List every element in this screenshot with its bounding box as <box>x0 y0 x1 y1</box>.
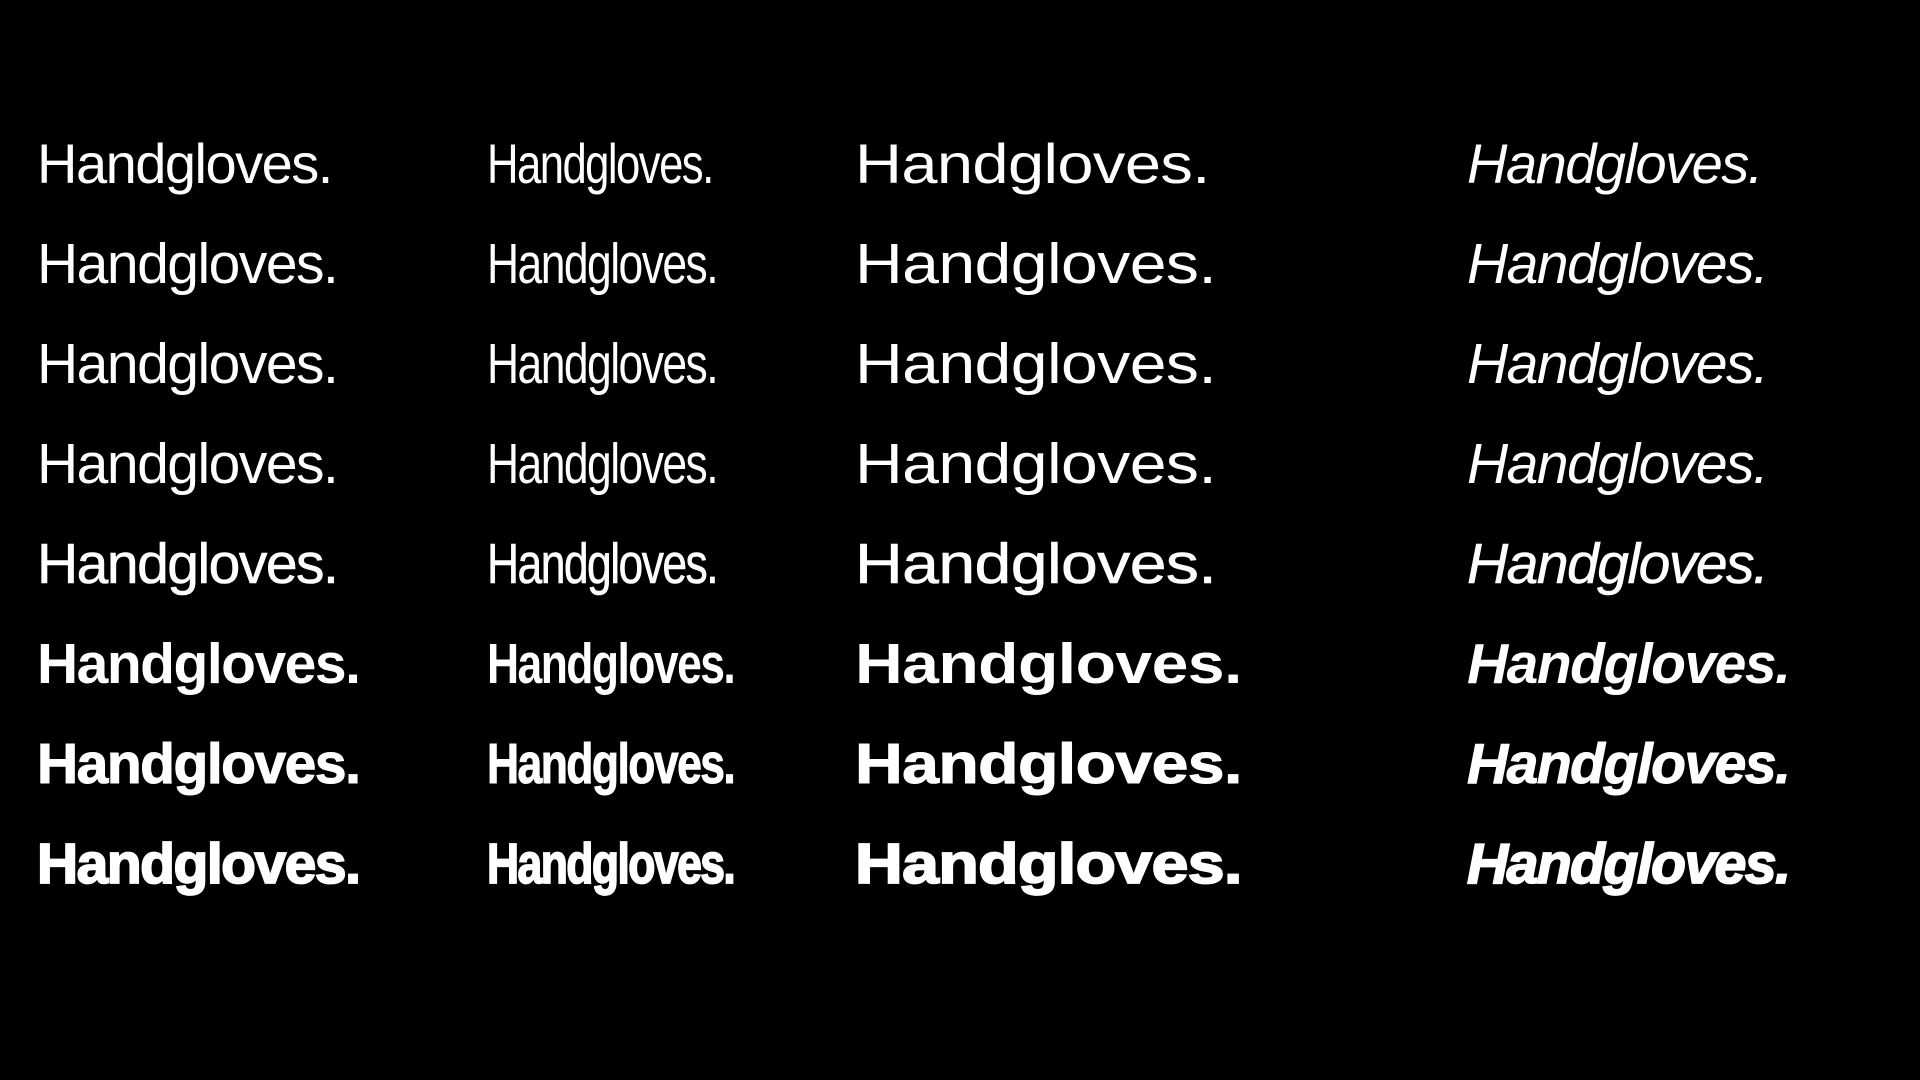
sample-condensed-weight-6: Handgloves. <box>487 632 736 696</box>
sample-extended-weight-2: Handgloves. <box>855 232 1217 296</box>
column-regular: Handgloves. Handgloves. Handgloves. Hand… <box>36 128 362 928</box>
column-extended: Handgloves. Handgloves. Handgloves. Hand… <box>854 128 1243 928</box>
sample-regular-weight-7: Handgloves. <box>36 732 361 797</box>
sample-extended-weight-3: Handgloves. <box>855 332 1217 396</box>
sample-regular-weight-5: Handgloves. <box>37 532 339 597</box>
sample-regular-weight-2: Handgloves. <box>37 232 339 296</box>
sample-condensed-weight-8: Handgloves. <box>486 831 736 897</box>
sample-extended-weight-6: Handgloves. <box>855 632 1242 696</box>
sample-extended-weight-8: Handgloves. <box>854 831 1243 897</box>
sample-regular-weight-8: Handgloves. <box>36 831 362 897</box>
sample-condensed-weight-1: Handgloves. <box>487 132 714 195</box>
sample-extended-weight-7: Handgloves. <box>854 732 1243 797</box>
sample-extended-weight-4: Handgloves. <box>855 432 1217 496</box>
sample-italic-weight-7: Handgloves. <box>1466 732 1791 797</box>
sample-italic-weight-6: Handgloves. <box>1467 632 1791 696</box>
sample-regular-weight-4: Handgloves. <box>37 432 339 496</box>
sample-extended-weight-5: Handgloves. <box>855 532 1217 597</box>
sample-italic-weight-4: Handgloves. <box>1467 432 1769 496</box>
sample-italic-weight-2: Handgloves. <box>1467 232 1769 296</box>
sample-extended-weight-1: Handgloves. <box>855 132 1210 195</box>
sample-condensed-weight-2: Handgloves. <box>487 232 719 296</box>
sample-condensed-weight-3: Handgloves. <box>487 332 719 396</box>
sample-regular-weight-1: Handgloves. <box>37 132 333 195</box>
type-specimen-grid: Handgloves. Handgloves. Handgloves. Hand… <box>0 0 1920 1080</box>
sample-regular-weight-3: Handgloves. <box>37 332 339 396</box>
sample-condensed-weight-4: Handgloves. <box>487 432 719 496</box>
sample-italic-weight-3: Handgloves. <box>1467 332 1769 396</box>
sample-italic-weight-5: Handgloves. <box>1467 532 1769 597</box>
sample-condensed-weight-7: Handgloves. <box>487 732 737 797</box>
sample-italic-weight-1: Handgloves. <box>1467 132 1763 195</box>
column-condensed: Handgloves. Handgloves. Handgloves. Hand… <box>486 128 804 928</box>
sample-condensed-weight-5: Handgloves. <box>487 532 719 597</box>
sample-italic-weight-8: Handgloves. <box>1466 831 1792 897</box>
column-italic: Handgloves. Handgloves. Handgloves. Hand… <box>1466 128 1792 928</box>
sample-regular-weight-6: Handgloves. <box>37 632 361 696</box>
